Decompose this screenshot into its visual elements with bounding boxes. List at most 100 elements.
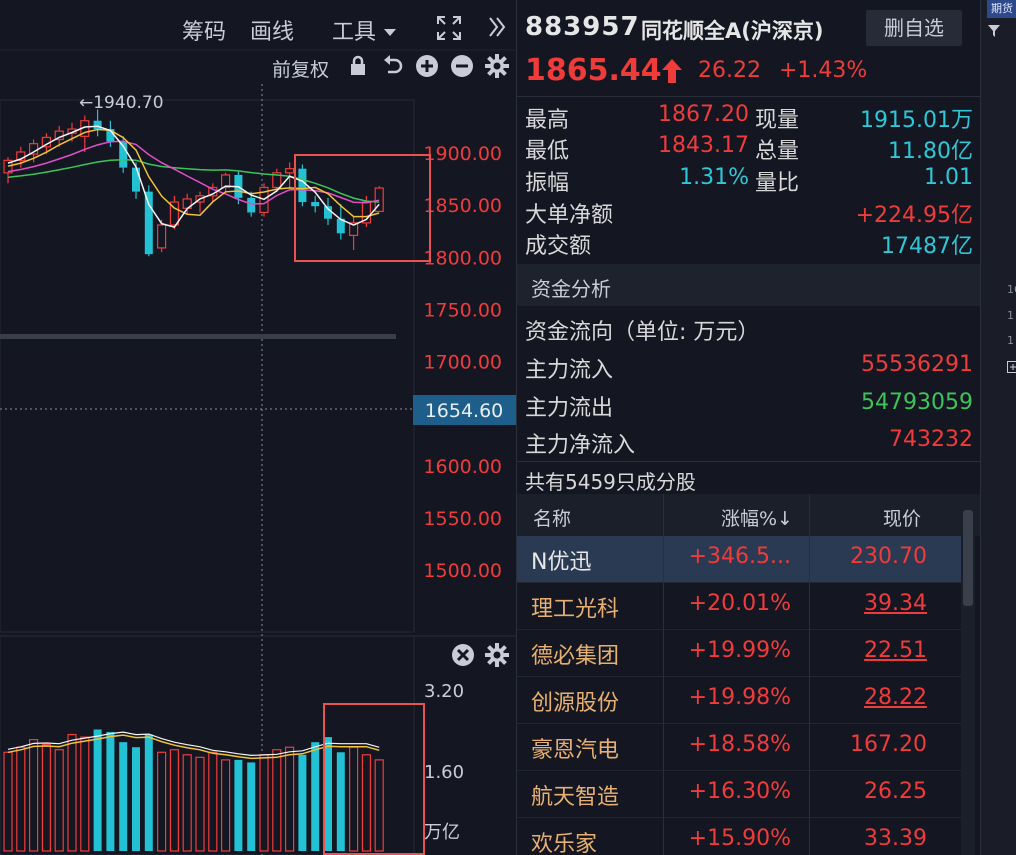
volume-bar — [298, 754, 307, 851]
remove-watchlist-button[interactable]: 删自选 — [866, 10, 962, 46]
stock-name: 欢乐家 — [531, 832, 598, 855]
chart-grid — [0, 49, 516, 855]
volume-bar — [144, 734, 153, 851]
lock-icon[interactable] — [346, 54, 370, 78]
price-tick-label: 1500.00 — [423, 560, 502, 582]
table-row[interactable]: 航天智造 +16.30% 26.25 — [517, 771, 961, 818]
volume-bar — [311, 742, 320, 851]
futures-tab[interactable]: 期货 — [987, 0, 1016, 18]
table-row[interactable]: 德必集团 +19.99% 22.51 — [517, 630, 961, 677]
total-volume-label: 总量 — [755, 139, 800, 164]
constituent-count: 共有5459只成分股 — [525, 470, 696, 494]
stock-change: +15.90% — [688, 826, 791, 851]
adjustment-label[interactable]: 前复权 — [272, 55, 329, 82]
high-label: 最高 — [525, 108, 570, 133]
volume-bar — [119, 742, 128, 851]
strip-number: 1 — [1007, 334, 1014, 347]
volume-bar — [336, 752, 345, 851]
volume-bar — [93, 729, 102, 851]
amplitude-label: 振幅 — [525, 171, 570, 196]
stock-price: 28.22 — [864, 685, 927, 710]
kline-chart-panel[interactable]: 1900.00 1850.00 1800.00 1750.00 1700.00 1600.… — [0, 0, 516, 855]
col-name-header[interactable]: 名称 — [533, 504, 571, 531]
stock-price: 230.70 — [850, 544, 927, 569]
undo-icon[interactable] — [381, 54, 405, 78]
scrollbar-thumb[interactable] — [963, 510, 973, 606]
turnover-label: 成交额 — [525, 234, 592, 259]
divider — [517, 461, 981, 462]
volume-bar — [272, 749, 282, 852]
volume-bar — [247, 762, 256, 851]
collapse-panel-icon[interactable] — [487, 16, 507, 38]
volume-tick-label: 1.60 — [424, 762, 464, 783]
main-inflow-value: 55536291 — [861, 352, 973, 377]
table-scrollbar[interactable] — [961, 500, 975, 855]
ma-line-long — [7, 158, 380, 203]
stock-price: 39.34 — [864, 591, 927, 616]
total-volume-value: 11.80亿 — [888, 139, 973, 164]
price-tick-label: 1850.00 — [423, 195, 502, 217]
fullscreen-icon[interactable] — [436, 15, 462, 41]
volume-bar — [132, 747, 140, 851]
settings-gear-icon[interactable] — [485, 54, 509, 78]
volume-unit-label: 万亿 — [424, 822, 460, 843]
main-net-inflow-label: 主力净流入 — [525, 433, 636, 458]
stock-name: 德必集团 — [531, 644, 620, 669]
low-label: 最低 — [525, 139, 570, 164]
stock-change: +19.99% — [688, 638, 791, 663]
volume-bar — [285, 746, 295, 852]
index-name: 同花顺全A(沪深京) — [641, 19, 824, 43]
col-price-header[interactable]: 现价 — [883, 504, 921, 531]
volume-bars-group — [3, 729, 384, 852]
add-icon[interactable] — [1007, 360, 1016, 374]
close-circle-icon[interactable] — [451, 643, 475, 667]
main-inflow-label: 主力流入 — [525, 358, 614, 383]
volume-bar — [80, 736, 90, 852]
draw-line-button[interactable]: 画线 — [250, 14, 294, 46]
price-tick-label: 1800.00 — [423, 247, 502, 269]
stock-name: 豪恩汽电 — [531, 738, 620, 763]
change-amount: 26.22 — [698, 58, 761, 83]
zoom-out-icon[interactable] — [450, 54, 474, 78]
stock-name: 创源股份 — [531, 691, 620, 716]
stock-change: +19.98% — [688, 685, 791, 710]
filter-icon[interactable] — [987, 24, 1001, 38]
arrow-up-icon — [662, 59, 682, 83]
quote-info-panel: 883957 同花顺全A(沪深京) 删自选 1865.44 26.22 +1.4… — [516, 0, 981, 855]
table-row[interactable]: N优迅 +346.5... 230.70 — [517, 536, 961, 583]
candle-body — [247, 197, 256, 213]
volume-bar — [16, 746, 26, 852]
column-divider — [809, 494, 810, 855]
tools-menu-button[interactable]: 工具 — [332, 14, 397, 46]
table-row[interactable]: 豪恩汽电 +18.58% 167.20 — [517, 724, 961, 771]
volume-bar — [324, 737, 332, 851]
fund-flow-title: 资金流向（单位: 万元） — [525, 320, 760, 345]
fund-analysis-title: 资金分析 — [531, 277, 611, 301]
volume-bar — [106, 732, 115, 851]
high-value: 1867.20 — [658, 102, 749, 127]
constituents-table-header: 名称 涨幅%↓ 现价 — [517, 494, 981, 536]
table-row[interactable]: 理工光科 +20.01% 39.34 — [517, 583, 961, 630]
volume-settings-gear-icon[interactable] — [485, 643, 509, 667]
side-strip: 期货 16 1 1 — [980, 0, 1016, 855]
table-row[interactable]: 创源股份 +19.98% 28.22 — [517, 677, 961, 724]
table-row[interactable]: 欢乐家 +15.90% 33.39 — [517, 818, 961, 855]
stock-name: 理工光科 — [531, 597, 620, 622]
chips-button[interactable]: 筹码 — [182, 14, 226, 46]
volume-bar — [67, 733, 77, 852]
candle-body — [157, 224, 167, 249]
main-outflow-label: 主力流出 — [525, 396, 614, 421]
tools-label: 工具 — [332, 20, 377, 45]
volume-bar — [234, 759, 243, 851]
col-change-header[interactable]: 涨幅%↓ — [721, 504, 793, 531]
candle-body — [132, 167, 140, 192]
kline-chart[interactable]: 1900.00 1850.00 1800.00 1750.00 1700.00 1600.… — [0, 0, 516, 855]
volume-bar — [182, 754, 192, 852]
fund-analysis-header[interactable]: 资金分析 — [517, 264, 981, 306]
chart-toolbar: 筹码 画线 工具 — [0, 0, 516, 50]
overlay-band — [0, 334, 396, 339]
zoom-in-icon[interactable] — [415, 54, 439, 78]
ma-line-20 — [7, 140, 380, 205]
volume-bar — [29, 739, 39, 852]
low-value: 1843.17 — [658, 133, 749, 158]
